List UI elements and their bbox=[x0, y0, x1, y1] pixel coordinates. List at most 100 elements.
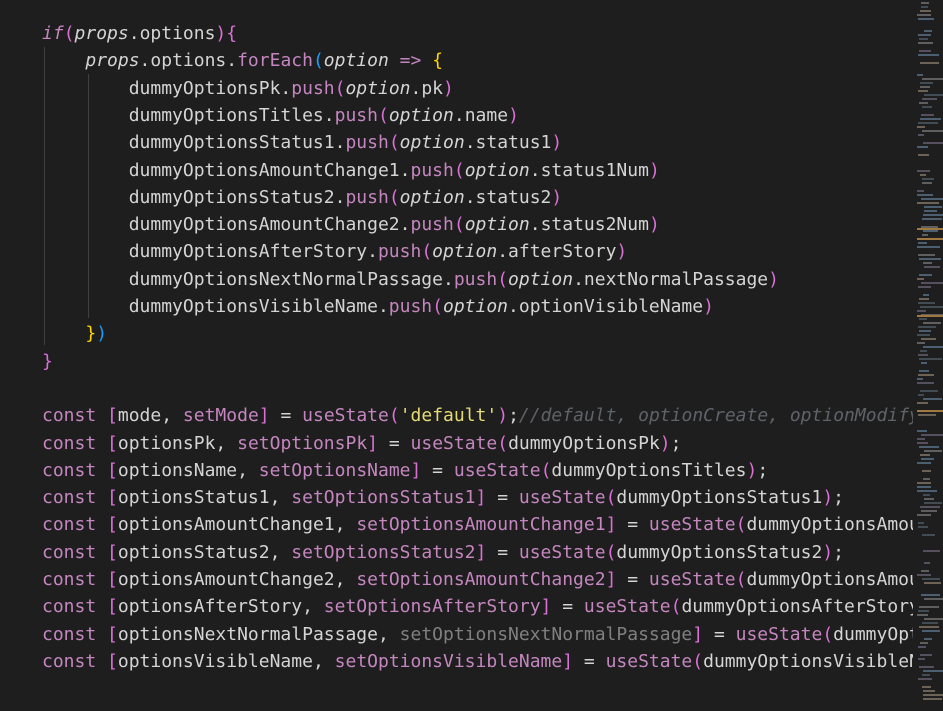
code-token: const bbox=[42, 569, 97, 590]
minimap-line bbox=[917, 490, 937, 492]
minimap-line bbox=[921, 2, 929, 4]
code-editor[interactable]: if(props.options){ props.options.forEach… bbox=[0, 0, 913, 711]
code-line[interactable]: const [optionsAmountChange1, setOptionsA… bbox=[42, 511, 913, 538]
minimap-line bbox=[917, 74, 923, 76]
code-line[interactable]: dummyOptionsNextNormalPassage.push(optio… bbox=[42, 266, 913, 293]
code-line[interactable]: const [optionsStatus1, setOptionsStatus1… bbox=[42, 484, 913, 511]
code-line[interactable]: dummyOptionsPk.push(option.pk) bbox=[42, 75, 913, 102]
code-token: ( bbox=[453, 159, 465, 181]
minimap-line bbox=[917, 310, 926, 312]
code-token: ] bbox=[605, 569, 617, 590]
code-line[interactable]: if(props.options){ bbox=[42, 20, 913, 47]
minimap-line bbox=[918, 254, 935, 256]
minimap-line bbox=[917, 514, 931, 516]
minimap-line bbox=[918, 42, 933, 44]
code-token: dummyOptionsTitles bbox=[551, 459, 747, 481]
code-line[interactable]: }) bbox=[42, 320, 913, 347]
code-token: . bbox=[573, 268, 584, 290]
code-line[interactable]: dummyOptionsStatus2.push(option.status2) bbox=[42, 184, 913, 211]
code-line[interactable]: dummyOptionsStatus1.push(option.status1) bbox=[42, 129, 913, 156]
code-token: status1 bbox=[475, 132, 552, 154]
code-line[interactable]: const [optionsNextNormalPassage, setOpti… bbox=[42, 621, 913, 648]
code-token: props bbox=[74, 23, 129, 44]
code-line[interactable]: const [optionsAfterStory, setOptionsAfte… bbox=[42, 593, 913, 620]
code-token: ) bbox=[551, 132, 563, 154]
minimap-line bbox=[921, 114, 934, 116]
minimap-line bbox=[921, 198, 943, 200]
code-token: ; bbox=[833, 487, 845, 509]
code-line[interactable]: dummyOptionsTitles.push(option.name) bbox=[42, 102, 913, 129]
code-token: ; bbox=[833, 541, 845, 563]
code-line[interactable]: props.options.forEach(option => { bbox=[42, 47, 913, 74]
minimap-line bbox=[917, 614, 928, 616]
code-token: . bbox=[464, 186, 476, 208]
code-line[interactable]: dummyOptionsVisibleName.push(option.opti… bbox=[42, 293, 913, 320]
code-line[interactable]: dummyOptionsAfterStory.push(option.after… bbox=[42, 238, 913, 265]
minimap-line bbox=[919, 274, 932, 276]
code-line[interactable]: const [optionsName, setOptionsName] = us… bbox=[42, 457, 913, 484]
code-line[interactable]: } bbox=[42, 348, 913, 375]
code-line[interactable]: dummyOptionsAmountChange2.push(option.st… bbox=[42, 211, 913, 238]
code-token: . bbox=[399, 214, 411, 236]
code-token: dummyOptionsPk bbox=[128, 77, 281, 99]
minimap-line bbox=[920, 10, 931, 12]
code-token: [ bbox=[107, 541, 118, 563]
code-token: ) bbox=[497, 405, 509, 427]
code-token: dummyOptionsAfterStory bbox=[681, 596, 913, 618]
code-token: push bbox=[334, 104, 378, 126]
code-line[interactable] bbox=[42, 375, 913, 402]
code-token: dummyOptionsVisibleName bbox=[128, 296, 378, 317]
minimap-line bbox=[921, 458, 934, 460]
minimap-line bbox=[923, 322, 941, 324]
minimap-line bbox=[920, 118, 941, 120]
code-token: ( bbox=[540, 459, 552, 481]
code-token: ( bbox=[822, 623, 834, 645]
code-token: [ bbox=[107, 487, 118, 509]
code-token: ) bbox=[443, 77, 454, 99]
minimap-line bbox=[917, 202, 939, 204]
code-token: ; bbox=[757, 459, 769, 481]
minimap-line bbox=[917, 126, 925, 128]
minimap-line bbox=[917, 574, 931, 576]
minimap-line bbox=[917, 190, 924, 192]
minimap[interactable] bbox=[913, 0, 943, 711]
code-token: dummyOptionsVisibleName bbox=[703, 650, 913, 672]
code-token: [ bbox=[107, 405, 118, 427]
code-token: ( bbox=[388, 132, 400, 154]
minimap-line bbox=[918, 526, 928, 528]
code-token: . bbox=[128, 23, 140, 44]
code-line[interactable]: const [optionsAmountChange2, setOptionsA… bbox=[42, 566, 913, 593]
code-token: dummyOptionsStatus1 bbox=[616, 487, 823, 509]
code-token: [ bbox=[107, 514, 118, 536]
code-token: const bbox=[42, 596, 97, 618]
code-token: useState bbox=[410, 432, 498, 454]
code-token: dummyOptionsStatus2 bbox=[128, 186, 335, 208]
code-token: dummyOptionsAmountChange2 bbox=[746, 569, 913, 590]
minimap-line bbox=[919, 446, 939, 448]
code-line[interactable]: const [optionsPk, setOptionsPk] = useSta… bbox=[42, 430, 913, 457]
code-token: const bbox=[42, 432, 97, 454]
code-line[interactable]: const [optionsVisibleName, setOptionsVis… bbox=[42, 648, 913, 675]
minimap-line bbox=[922, 630, 940, 632]
minimap-line bbox=[917, 382, 934, 384]
code-token: optionsStatus2 bbox=[117, 541, 270, 563]
code-line[interactable]: dummyOptionsAmountChange1.push(option.st… bbox=[42, 157, 913, 184]
minimap-line bbox=[918, 18, 934, 20]
code-token: status1Num bbox=[540, 159, 649, 181]
code-token: setOptionsStatus2 bbox=[291, 541, 476, 563]
minimap-line bbox=[919, 606, 939, 608]
code-token: , bbox=[269, 541, 292, 563]
minimap-line bbox=[921, 362, 927, 364]
minimap-line bbox=[924, 206, 942, 208]
minimap-line bbox=[920, 390, 938, 392]
minimap-line bbox=[924, 30, 932, 32]
code-line[interactable]: const [mode, setMode] = useState('defaul… bbox=[42, 402, 913, 429]
minimap-line bbox=[917, 342, 925, 344]
code-token: = bbox=[703, 623, 736, 645]
code-token: . bbox=[334, 132, 346, 154]
code-line[interactable]: const [optionsStatus2, setOptionsStatus2… bbox=[42, 539, 913, 566]
code-token: ) bbox=[648, 159, 660, 181]
